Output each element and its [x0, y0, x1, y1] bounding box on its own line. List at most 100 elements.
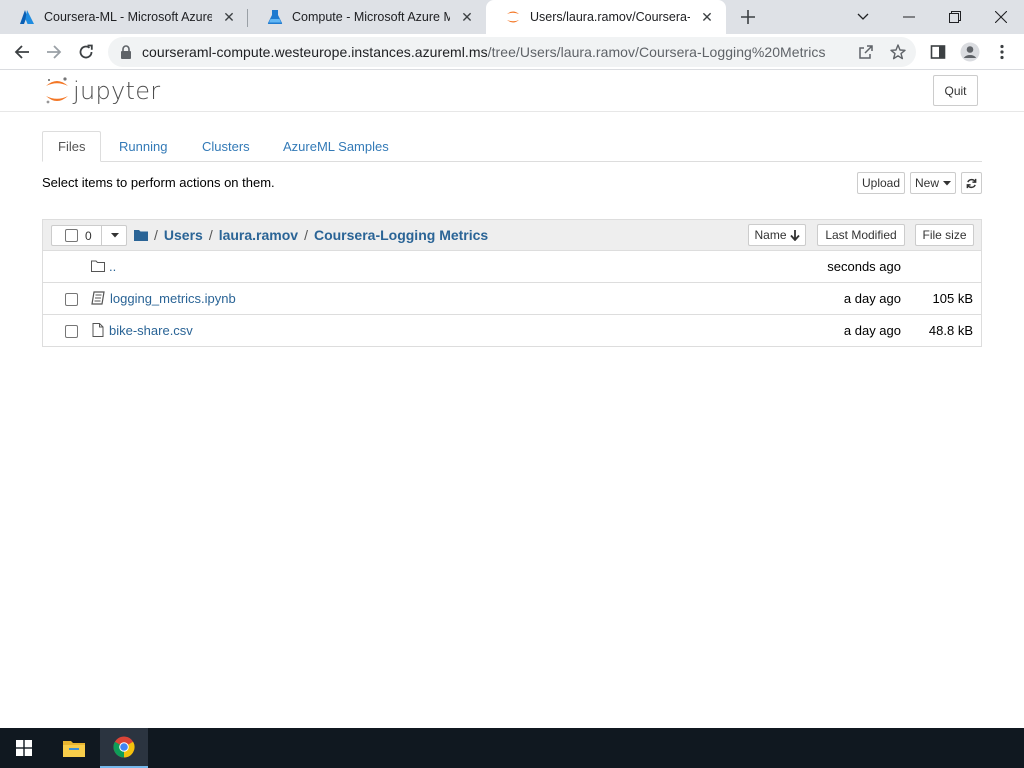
item-name-link[interactable]: logging_metrics.ipynb — [110, 291, 236, 306]
folder-icon[interactable] — [134, 229, 148, 241]
browser-tab-jupyter[interactable]: Users/laura.ramov/Coursera-Logging Metri… — [486, 0, 726, 34]
close-icon[interactable]: ✕ — [220, 8, 238, 26]
kebab-menu-icon — [1000, 44, 1004, 60]
chrome-icon — [113, 736, 135, 758]
sort-name-label: Name — [754, 228, 787, 242]
browser-tab-title: Coursera-ML - Microsoft Azure — [44, 10, 212, 24]
quit-button[interactable]: Quit — [933, 75, 978, 106]
breadcrumb-current-folder[interactable]: Coursera-Logging Metrics — [314, 227, 488, 243]
caret-down-icon — [943, 180, 951, 185]
back-button[interactable] — [8, 38, 36, 66]
select-menu-toggle[interactable] — [101, 226, 127, 245]
browser-tab-title: Compute - Microsoft Azure Machine Learni… — [292, 10, 450, 24]
refresh-icon — [966, 178, 977, 188]
item-size: 48.8 kB — [928, 323, 973, 338]
tab-files[interactable]: Files — [42, 131, 102, 162]
windows-taskbar — [0, 728, 1024, 768]
list-item[interactable]: bike-share.csv a day ago 48.8 kB — [43, 315, 981, 347]
new-dropdown-button[interactable]: New — [910, 172, 956, 194]
select-all-checkbox[interactable] — [65, 229, 78, 242]
select-all-dropdown[interactable]: 0 — [51, 225, 127, 246]
new-button-label: New — [914, 176, 939, 190]
url-path: /tree/Users/laura.ramov/Coursera-Logging… — [487, 44, 826, 60]
browser-tabstrip: Coursera-ML - Microsoft Azure ✕ Compute … — [0, 0, 1024, 34]
caret-down-icon — [110, 233, 119, 238]
bookmark-button[interactable] — [888, 42, 908, 62]
forward-button[interactable] — [40, 38, 68, 66]
breadcrumb: / Users / laura.ramov / Coursera-Logging… — [134, 227, 488, 243]
jupyter-logo-icon — [46, 77, 68, 104]
start-button[interactable] — [0, 728, 48, 768]
list-item[interactable]: logging_metrics.ipynb a day ago 105 kB — [43, 283, 981, 315]
item-checkbox[interactable] — [65, 325, 78, 338]
avatar-icon — [960, 42, 980, 62]
file-list: 0 / Users / laura.ramov / Coursera-Loggi… — [42, 219, 982, 347]
jupyter-header: jupyter Quit — [0, 71, 1024, 112]
file-icon — [92, 323, 104, 337]
minimize-button[interactable] — [886, 0, 932, 34]
item-modified: a day ago — [843, 291, 901, 306]
restore-button[interactable] — [932, 0, 978, 34]
item-modified: seconds ago — [827, 259, 901, 274]
new-tab-button[interactable] — [736, 5, 760, 29]
item-modified: a day ago — [843, 323, 901, 338]
browser-menu-button[interactable] — [988, 38, 1016, 66]
plus-icon — [741, 10, 755, 24]
browser-toolbar: courseraml-compute.westeurope.instances.… — [0, 34, 1024, 70]
browser-tab-azureml[interactable]: Compute - Microsoft Azure Machine Learni… — [248, 0, 486, 34]
logo-text: jupyter — [73, 77, 161, 105]
folder-open-icon — [91, 260, 105, 272]
file-explorer-button[interactable] — [50, 728, 98, 768]
reload-button[interactable] — [72, 38, 100, 66]
sort-by-name-button[interactable]: Name — [748, 224, 806, 246]
close-icon — [995, 11, 1007, 23]
notebook-icon — [91, 291, 105, 305]
upload-button[interactable]: Upload — [857, 172, 905, 194]
azureml-icon — [267, 10, 283, 24]
tab-clusters[interactable]: Clusters — [187, 131, 265, 162]
item-name-link[interactable]: bike-share.csv — [109, 323, 193, 338]
url-text: courseraml-compute.westeurope.instances.… — [142, 44, 826, 60]
arrow-left-icon — [14, 45, 29, 59]
breadcrumb-users[interactable]: Users — [164, 227, 203, 243]
selection-hint: Select items to perform actions on them. — [42, 175, 275, 190]
profile-button[interactable] — [956, 38, 984, 66]
parent-dir-link[interactable]: .. — [109, 259, 116, 274]
url-host: courseraml-compute.westeurope.instances.… — [142, 44, 488, 60]
item-size: 105 kB — [932, 291, 973, 306]
arrow-right-icon — [47, 45, 62, 59]
restore-icon — [949, 11, 961, 23]
chrome-taskbar-button[interactable] — [100, 728, 148, 768]
chevron-down-icon — [857, 13, 869, 20]
star-icon — [890, 44, 906, 60]
browser-tab-azure[interactable]: Coursera-ML - Microsoft Azure ✕ — [0, 0, 248, 34]
arrow-down-icon — [789, 229, 800, 241]
side-panel-button[interactable] — [924, 38, 952, 66]
breadcrumb-separator: / — [208, 227, 213, 243]
tab-search-button[interactable] — [840, 0, 886, 34]
address-bar[interactable]: courseraml-compute.westeurope.instances.… — [108, 37, 916, 67]
list-item-parent-dir[interactable]: .. seconds ago — [43, 251, 981, 283]
tab-running[interactable]: Running — [104, 131, 182, 162]
minimize-icon — [903, 16, 915, 18]
tab-azureml-samples[interactable]: AzureML Samples — [268, 131, 404, 162]
jupyter-logo[interactable]: jupyter — [45, 76, 160, 106]
sort-by-modified-button[interactable]: Last Modified — [817, 224, 905, 246]
breadcrumb-separator: / — [154, 227, 158, 243]
file-list-header: 0 / Users / laura.ramov / Coursera-Loggi… — [43, 220, 981, 251]
close-window-button[interactable] — [978, 0, 1024, 34]
refresh-button[interactable] — [961, 172, 982, 194]
lock-icon — [121, 45, 131, 59]
azure-icon — [20, 10, 34, 24]
breadcrumb-laura-ramov[interactable]: laura.ramov — [219, 227, 298, 243]
share-icon — [859, 45, 873, 59]
item-checkbox[interactable] — [65, 293, 78, 306]
browser-tab-title: Users/laura.ramov/Coursera-Logging Metri… — [530, 10, 690, 24]
share-button[interactable] — [856, 42, 876, 62]
windows-logo-icon — [16, 740, 32, 756]
reload-icon — [79, 44, 93, 59]
jupyter-tabs: Files Running Clusters AzureML Samples — [42, 131, 982, 162]
close-icon[interactable]: ✕ — [458, 8, 476, 26]
sort-by-size-button[interactable]: File size — [915, 224, 974, 246]
close-icon[interactable]: ✕ — [698, 8, 716, 26]
